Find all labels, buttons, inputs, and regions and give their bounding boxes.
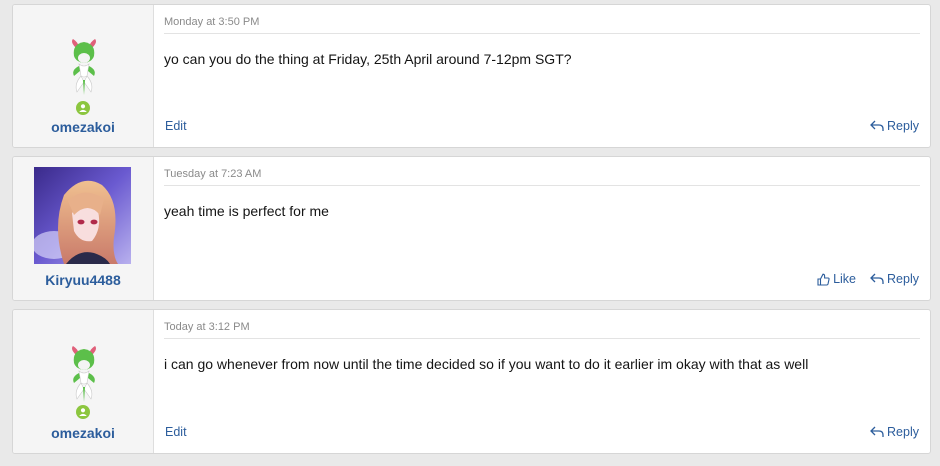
like-label: Like [833,272,856,286]
message-post: omezakoi Today at 3:12 PM i can go whene… [12,309,931,454]
online-status-icon [76,101,90,115]
reply-button[interactable]: Reply [870,119,919,133]
post-date[interactable]: Today at 3:12 PM [164,321,920,339]
post-date[interactable]: Tuesday at 7:23 AM [164,168,920,186]
message-text: yo can you do the thing at Friday, 25th … [164,51,572,67]
user-cell: omezakoi [13,310,154,453]
reply-icon [870,426,884,437]
like-button[interactable]: Like [817,272,856,286]
message-text: yeah time is perfect for me [164,203,329,219]
reply-label: Reply [887,272,919,286]
user-avatar[interactable] [32,167,131,264]
user-avatar[interactable] [67,345,101,403]
message-cell: Monday at 3:50 PM yo can you do the thin… [154,5,930,147]
thumbs-up-icon [817,273,830,286]
edit-button[interactable]: Edit [165,425,187,439]
message-text: i can go whenever from now until the tim… [164,356,809,372]
reply-label: Reply [887,119,919,133]
post-date[interactable]: Monday at 3:50 PM [164,16,920,34]
username[interactable]: Kiryuu4488 [13,272,153,288]
message-post: Kiryuu4488 Tuesday at 7:23 AM yeah time … [12,156,931,301]
edit-button[interactable]: Edit [165,119,187,133]
message-cell: Tuesday at 7:23 AM yeah time is perfect … [154,157,930,300]
username[interactable]: omezakoi [13,425,153,441]
online-status-icon [76,405,90,419]
message-post: omezakoi Monday at 3:50 PM yo can you do… [12,4,931,148]
reply-button[interactable]: Reply [870,425,919,439]
user-avatar[interactable] [67,38,101,96]
reply-icon [870,273,884,284]
username[interactable]: omezakoi [13,119,153,135]
message-cell: Today at 3:12 PM i can go whenever from … [154,310,930,453]
reply-label: Reply [887,425,919,439]
reply-button[interactable]: Reply [870,272,919,286]
reply-icon [870,120,884,131]
user-cell: omezakoi [13,5,154,147]
user-cell: Kiryuu4488 [13,157,154,300]
